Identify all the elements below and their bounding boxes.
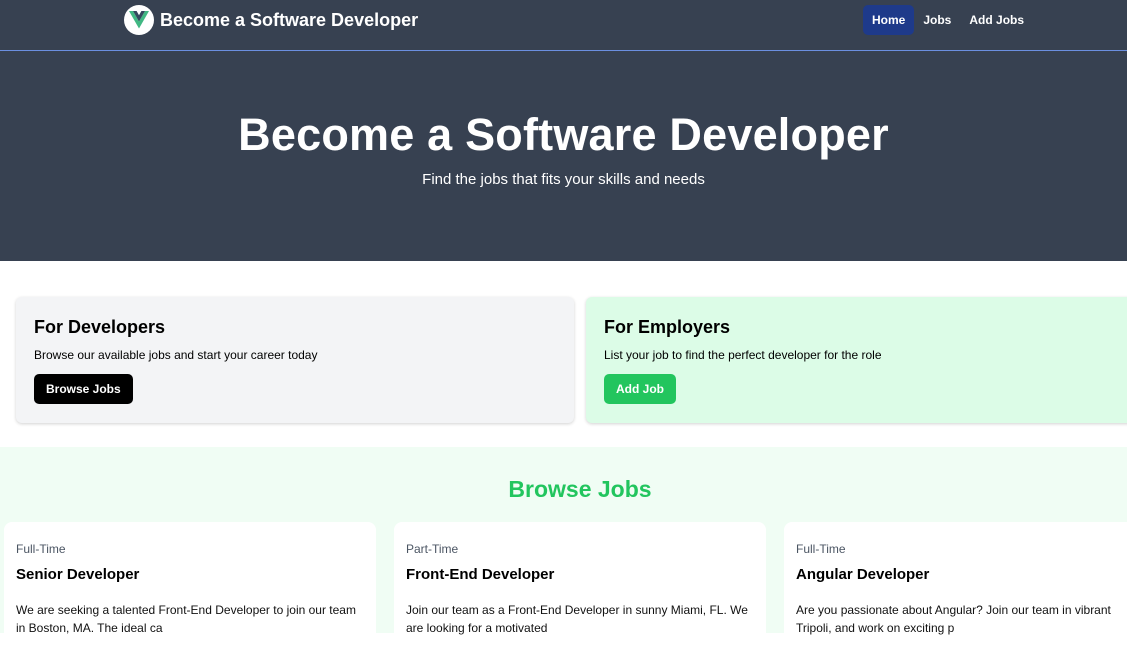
brand-link[interactable]: Become a Software Developer: [124, 5, 418, 35]
developers-card-text: Browse our available jobs and start your…: [34, 348, 318, 362]
nav-links: Home Jobs Add Jobs: [863, 5, 1033, 35]
hero-title: Become a Software Developer: [238, 109, 889, 160]
navbar: Become a Software Developer Home Jobs Ad…: [0, 0, 1127, 51]
browse-jobs-button[interactable]: Browse Jobs: [34, 374, 133, 404]
job-type: Full-Time: [16, 542, 66, 556]
add-job-button[interactable]: Add Job: [604, 374, 676, 404]
nav-link-home[interactable]: Home: [863, 5, 915, 35]
job-type: Full-Time: [796, 542, 846, 556]
job-description: Join our team as a Front-End Developer i…: [406, 603, 748, 635]
employers-card-title: For Employers: [604, 317, 731, 337]
brand-title: Become a Software Developer: [160, 9, 419, 30]
nav-link-add-jobs[interactable]: Add Jobs: [960, 5, 1033, 35]
job-description: We are seeking a talented Front-End Deve…: [16, 603, 356, 635]
browse-jobs-title: Browse Jobs: [508, 476, 652, 502]
employers-card: For Employers List your job to find the …: [586, 297, 1127, 423]
job-type: Part-Time: [406, 542, 459, 556]
job-title[interactable]: Senior Developer: [16, 566, 364, 583]
vue-logo-icon: [124, 5, 154, 35]
hero-subtitle: Find the jobs that fits your skills and …: [422, 171, 705, 188]
job-title[interactable]: Front-End Developer: [406, 566, 754, 583]
developers-card: For Developers Browse our available jobs…: [16, 297, 574, 423]
browse-jobs-section: Browse Jobs Full-Time Senior Developer W…: [0, 447, 1127, 652]
job-title[interactable]: Angular Developer: [796, 566, 1127, 583]
hero-section: Become a Software Developer Find the job…: [0, 51, 1127, 261]
developers-card-title: For Developers: [34, 317, 166, 337]
employers-card-text: List your job to find the perfect develo…: [604, 348, 882, 362]
job-description: Are you passionate about Angular? Join o…: [796, 603, 1111, 635]
nav-link-jobs[interactable]: Jobs: [914, 5, 960, 35]
